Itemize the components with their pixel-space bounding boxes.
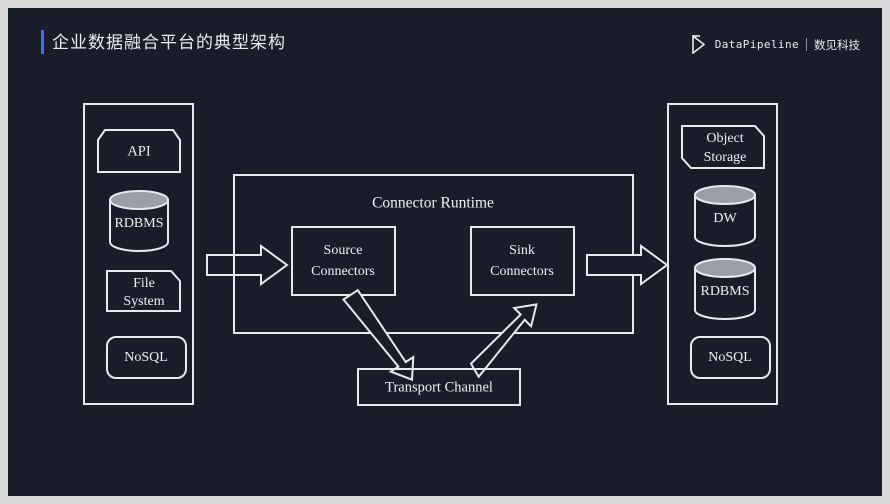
- target-node-dw-label: DW: [713, 211, 737, 226]
- connector-runtime-container: Connector Runtime Source Connectors Sink…: [233, 174, 634, 334]
- target-node-rdbms-label: RDBMS: [700, 284, 749, 299]
- sink-connectors-node[interactable]: Sink Connectors: [470, 226, 575, 296]
- rdbms-cylinder-top: [109, 190, 169, 210]
- sink-connectors-label-line2: Connectors: [490, 264, 554, 279]
- source-node-file-system-label-line2: System: [123, 294, 164, 309]
- target-node-rdbms[interactable]: RDBMS: [694, 258, 756, 320]
- target-rdbms-cylinder-top: [694, 258, 756, 278]
- source-connectors-box: [291, 226, 396, 296]
- source-node-nosql[interactable]: NoSQL: [106, 336, 187, 379]
- source-node-api[interactable]: API: [97, 129, 181, 173]
- slide-canvas: 企业数据融合平台的典型架构 DataPipeline 数见科技 API RDBM…: [8, 8, 882, 496]
- architecture-diagram: API RDBMS File System NoSQL Connector Ru…: [8, 8, 882, 496]
- source-connectors-label-line1: Source: [324, 243, 363, 258]
- sink-connectors-label-line1: Sink: [509, 243, 535, 258]
- runtime-to-targets-arrow: [586, 244, 669, 286]
- sink-connectors-box: [470, 226, 575, 296]
- source-node-nosql-label: NoSQL: [124, 350, 168, 365]
- source-connectors-node[interactable]: Source Connectors: [291, 226, 396, 296]
- source-connectors-label-line2: Connectors: [311, 264, 375, 279]
- sources-to-runtime-arrow: [206, 244, 289, 286]
- source-node-file-system[interactable]: File System: [106, 270, 181, 312]
- connector-runtime-title: Connector Runtime: [372, 195, 494, 212]
- target-node-object-storage-label-line2: Storage: [704, 150, 747, 165]
- data-sources-panel: API RDBMS File System NoSQL: [83, 103, 194, 405]
- source-node-rdbms[interactable]: RDBMS: [109, 190, 169, 252]
- target-node-dw[interactable]: DW: [694, 185, 756, 247]
- target-node-nosql[interactable]: NoSQL: [690, 336, 771, 379]
- transport-to-sink-connectors-arrow: [469, 303, 538, 379]
- target-node-object-storage[interactable]: Object Storage: [681, 125, 765, 169]
- transport-channel-node[interactable]: Transport Channel: [357, 368, 521, 406]
- source-node-rdbms-label: RDBMS: [114, 216, 163, 231]
- data-targets-panel: Object Storage DW RDBMS NoSQL: [667, 103, 778, 405]
- transport-channel-label: Transport Channel: [385, 379, 493, 395]
- source-connectors-to-transport-arrow: [342, 288, 415, 382]
- target-node-nosql-label: NoSQL: [708, 350, 752, 365]
- source-node-api-label: API: [127, 143, 151, 159]
- target-node-object-storage-label-line1: Object: [706, 131, 743, 146]
- source-node-file-system-label-line1: File: [133, 276, 155, 291]
- dw-cylinder-top: [694, 185, 756, 205]
